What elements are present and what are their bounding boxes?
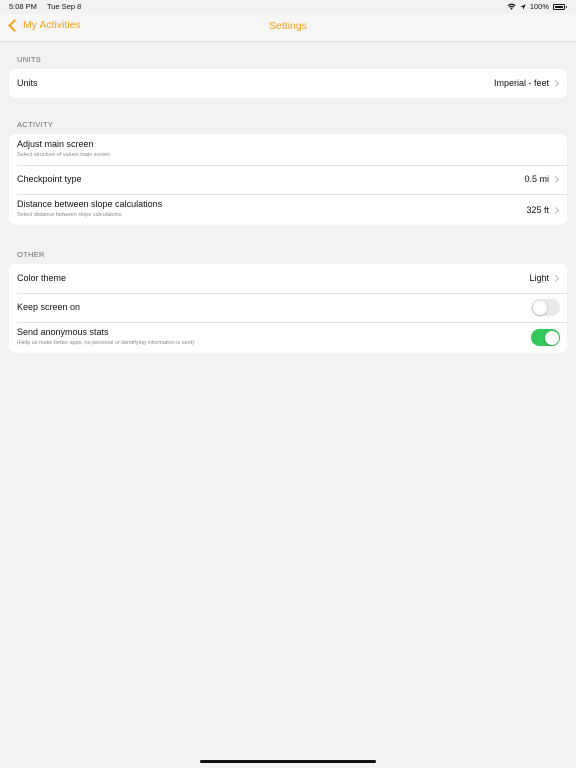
status-right: 100% xyxy=(507,2,567,11)
keep-screen-on-toggle[interactable] xyxy=(531,299,560,316)
wifi-icon xyxy=(507,3,516,10)
section-header-units: UNITS xyxy=(17,55,41,64)
units-group: Units Imperial - feet xyxy=(9,69,567,98)
battery-icon xyxy=(553,3,567,10)
row-title: Units xyxy=(17,78,38,88)
settings-row-keep-screen-on: Keep screen on xyxy=(9,293,567,322)
settings-row-adjust-main-screen[interactable]: Adjust main screen Select structure of v… xyxy=(9,134,567,165)
section-header-activity: ACTIVITY xyxy=(17,120,54,129)
row-subtitle: Select distance between slope calculatio… xyxy=(17,212,122,218)
chevron-right-icon xyxy=(551,79,560,88)
page-title: Settings xyxy=(269,20,307,32)
status-left: 5:08 PM Tue Sep 8 xyxy=(9,2,81,11)
settings-row-checkpoint-type[interactable]: Checkpoint type 0.5 mi xyxy=(9,165,567,194)
row-value: Imperial - feet xyxy=(493,78,549,88)
other-group: Color theme Light Keep screen on Send an… xyxy=(9,264,567,353)
row-title: Keep screen on xyxy=(17,302,81,312)
row-title: Checkpoint type xyxy=(17,174,82,184)
navigation-bar: My Activities Settings xyxy=(0,14,576,42)
row-title: Send anonymous stats xyxy=(17,327,109,337)
send-anonymous-stats-toggle[interactable] xyxy=(531,329,560,346)
row-subtitle: Select structure of values main screen xyxy=(17,152,111,158)
row-title: Distance between slope calculations xyxy=(17,199,163,209)
toggle-knob xyxy=(544,330,559,345)
chevron-right-icon xyxy=(551,274,560,283)
toggle-knob xyxy=(532,300,547,315)
row-subtitle: (Help us make better apps, no personal o… xyxy=(17,340,195,346)
section-header-other: OTHER xyxy=(17,250,45,259)
status-time: 5:08 PM xyxy=(9,2,37,11)
home-indicator xyxy=(200,760,376,763)
settings-row-color-theme[interactable]: Color theme Light xyxy=(9,264,567,293)
status-bar: 5:08 PM Tue Sep 8 100% xyxy=(0,0,576,14)
activity-group: Adjust main screen Select structure of v… xyxy=(9,134,567,225)
row-title: Adjust main screen xyxy=(17,139,94,149)
location-icon xyxy=(520,3,526,10)
row-value: 325 ft xyxy=(526,205,549,215)
chevron-right-icon xyxy=(551,206,560,215)
chevron-right-icon xyxy=(551,175,560,184)
status-date: Tue Sep 8 xyxy=(46,2,82,11)
battery-percentage: 100% xyxy=(529,2,549,11)
row-value: 0.5 mi xyxy=(524,174,549,184)
settings-row-units[interactable]: Units Imperial - feet xyxy=(9,69,567,98)
row-title: Color theme xyxy=(17,273,67,283)
row-value: Light xyxy=(529,273,549,283)
settings-row-slope-distance[interactable]: Distance between slope calculations Sele… xyxy=(9,194,567,225)
settings-row-send-anonymous-stats: Send anonymous stats (Help us make bette… xyxy=(9,322,567,353)
